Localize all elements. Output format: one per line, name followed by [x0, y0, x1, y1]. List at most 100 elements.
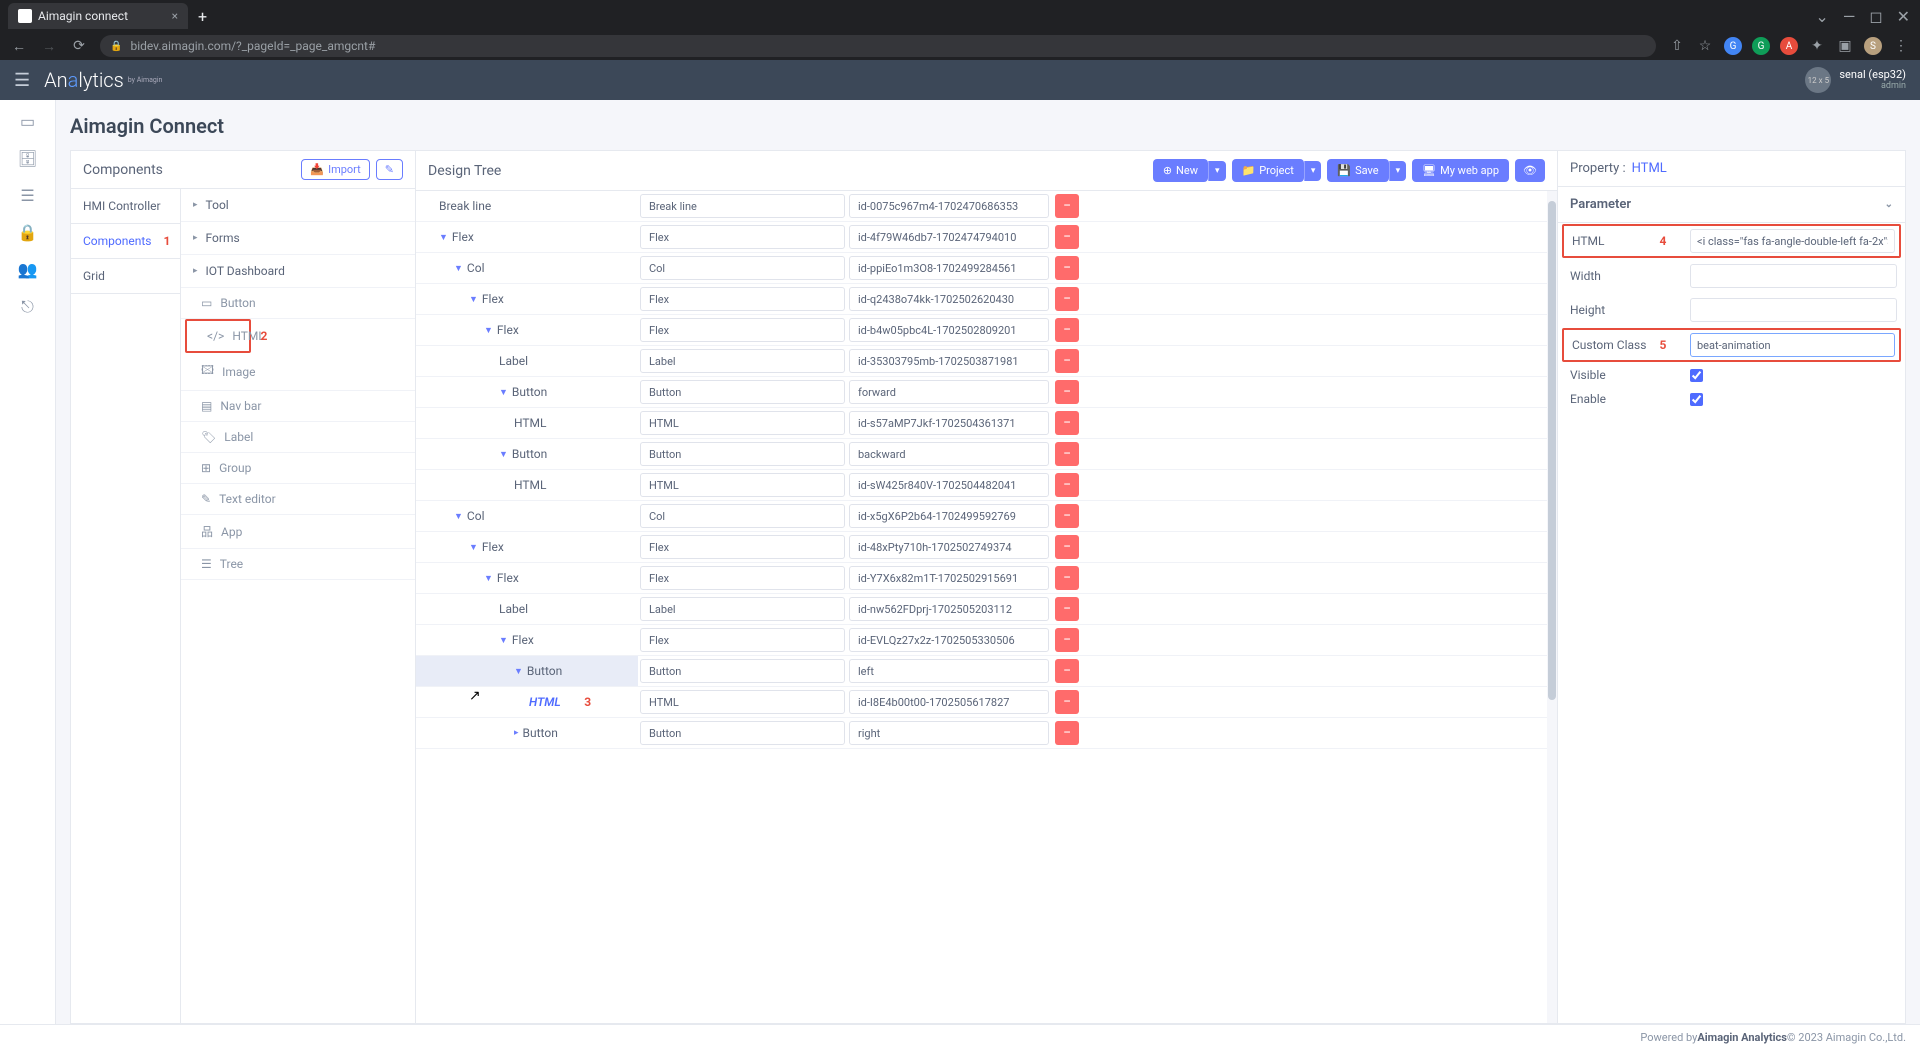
html-input[interactable]	[1690, 229, 1895, 253]
tree-row[interactable]: ▼Flex−	[416, 563, 1557, 594]
tree-id-input[interactable]	[849, 597, 1049, 621]
tree-row[interactable]: ▼Flex−	[416, 625, 1557, 656]
side-panel-icon[interactable]: ▣	[1836, 38, 1854, 54]
close-window-icon[interactable]: ✕	[1897, 7, 1910, 26]
tree-id-input[interactable]	[849, 287, 1049, 311]
tree-row[interactable]: Break line−	[416, 191, 1557, 222]
tree-id-input[interactable]	[849, 535, 1049, 559]
tree-toggle-icon[interactable]: ▼	[499, 635, 508, 646]
item-button[interactable]: ▭Button	[181, 288, 415, 319]
item-label[interactable]: 🏷Label	[181, 422, 415, 453]
tree-id-input[interactable]	[849, 628, 1049, 652]
tree-name-input[interactable]	[640, 473, 845, 497]
tree-toggle-icon[interactable]: ▼	[499, 449, 508, 460]
delete-row-button[interactable]: −	[1055, 225, 1079, 249]
tree-row[interactable]: HTML−	[416, 470, 1557, 501]
tree-row[interactable]: ▼Flex−	[416, 284, 1557, 315]
user-info[interactable]: 12 x 5 senal (esp32) admin	[1805, 67, 1906, 93]
tree-row[interactable]: ▼Col−	[416, 253, 1557, 284]
tree-row[interactable]: HTML3↖−	[416, 687, 1557, 718]
delete-row-button[interactable]: −	[1055, 473, 1079, 497]
webapp-button[interactable]: 🖥 My web app	[1412, 159, 1509, 182]
new-tab-button[interactable]: +	[188, 7, 217, 26]
tree-name-input[interactable]	[640, 411, 845, 435]
item-tree[interactable]: ☰Tree	[181, 549, 415, 580]
item-app[interactable]: 品App	[181, 515, 415, 549]
preview-button[interactable]: 👁	[1515, 159, 1545, 182]
servers-icon[interactable]: ☰	[20, 186, 34, 205]
tree-name-input[interactable]	[640, 659, 845, 683]
extensions-icon[interactable]: ✦	[1808, 38, 1826, 54]
tree-name-input[interactable]	[640, 535, 845, 559]
item-image[interactable]: 🖾Image	[181, 353, 415, 391]
tree-toggle-icon[interactable]: ▼	[469, 294, 478, 305]
height-input[interactable]	[1690, 298, 1897, 322]
tab-components[interactable]: Components1	[71, 224, 180, 259]
users-icon[interactable]: 👥	[18, 260, 38, 279]
tree-row[interactable]: ▸Button−	[416, 718, 1557, 749]
tree-toggle-icon[interactable]: ▼	[454, 511, 463, 522]
tree-id-input[interactable]	[849, 473, 1049, 497]
tree-name-input[interactable]	[640, 287, 845, 311]
ext-grammarly-icon[interactable]: G	[1752, 37, 1770, 55]
custom-class-input[interactable]	[1690, 333, 1895, 357]
tree-name-input[interactable]	[640, 597, 845, 621]
width-input[interactable]	[1690, 264, 1897, 288]
tree-row[interactable]: Label−	[416, 594, 1557, 625]
lock-icon[interactable]: 🔒	[18, 223, 38, 242]
tree-name-input[interactable]	[640, 225, 845, 249]
tree-name-input[interactable]	[640, 690, 845, 714]
tree-toggle-icon[interactable]: ▼	[439, 232, 448, 243]
tree-toggle-icon[interactable]: ▼	[469, 542, 478, 553]
tree-row[interactable]: ▼Flex−	[416, 532, 1557, 563]
save-dropdown[interactable]: ▾	[1389, 161, 1407, 181]
tree-id-input[interactable]	[849, 442, 1049, 466]
delete-row-button[interactable]: −	[1055, 566, 1079, 590]
page-icon[interactable]: ▭	[20, 112, 35, 131]
group-forms[interactable]: ▸Forms	[181, 222, 415, 255]
tree-id-input[interactable]	[849, 380, 1049, 404]
project-dropdown[interactable]: ▾	[1304, 161, 1322, 181]
delete-row-button[interactable]: −	[1055, 597, 1079, 621]
tree-name-input[interactable]	[640, 194, 845, 218]
close-tab-icon[interactable]: ×	[172, 9, 178, 23]
browser-tab[interactable]: Aimagin connect ×	[8, 3, 188, 29]
tree-id-input[interactable]	[849, 225, 1049, 249]
tree-row[interactable]: ▼Button−	[416, 439, 1557, 470]
tree-id-input[interactable]	[849, 690, 1049, 714]
hamburger-icon[interactable]: ☰	[14, 70, 30, 91]
tree-name-input[interactable]	[640, 318, 845, 342]
delete-row-button[interactable]: −	[1055, 194, 1079, 218]
bookmark-icon[interactable]: ☆	[1696, 38, 1714, 54]
tree-toggle-icon[interactable]: ▼	[514, 666, 523, 677]
tree-id-input[interactable]	[849, 194, 1049, 218]
group-iot[interactable]: ▸IOT Dashboard	[181, 255, 415, 288]
tree-row[interactable]: ▼Button−	[416, 377, 1557, 408]
maximize-icon[interactable]: ◻	[1869, 7, 1882, 26]
ext-abp-icon[interactable]: A	[1780, 37, 1798, 55]
delete-row-button[interactable]: −	[1055, 318, 1079, 342]
tree-row[interactable]: ▼Flex−	[416, 222, 1557, 253]
delete-row-button[interactable]: −	[1055, 411, 1079, 435]
item-texteditor[interactable]: ✎Text editor	[181, 484, 415, 515]
chevron-down-icon[interactable]: ⌄	[1815, 7, 1828, 26]
menu-icon[interactable]: ⋮	[1892, 38, 1910, 54]
new-dropdown[interactable]: ▾	[1208, 161, 1226, 181]
tree-id-input[interactable]	[849, 349, 1049, 373]
project-button[interactable]: 📁 Project	[1232, 159, 1304, 182]
url-input[interactable]: 🔒 bidev.aimagin.com/?_pageId=_page_amgcn…	[100, 35, 1656, 57]
minimize-icon[interactable]: —	[1843, 7, 1856, 26]
profile-icon[interactable]: S	[1864, 37, 1882, 55]
tree-toggle-icon[interactable]: ▸	[514, 728, 519, 738]
ext-translate-icon[interactable]: G	[1724, 37, 1742, 55]
tree-name-input[interactable]	[640, 256, 845, 280]
delete-row-button[interactable]: −	[1055, 349, 1079, 373]
delete-row-button[interactable]: −	[1055, 380, 1079, 404]
delete-row-button[interactable]: −	[1055, 628, 1079, 652]
scrollbar[interactable]	[1547, 191, 1557, 1023]
tree-row[interactable]: ▼Button−	[416, 656, 1557, 687]
delete-row-button[interactable]: −	[1055, 504, 1079, 528]
tree-toggle-icon[interactable]: ▼	[484, 573, 493, 584]
tree-name-input[interactable]	[640, 628, 845, 652]
tree-body[interactable]: Break line−▼Flex−▼Col−▼Flex−▼Flex−Label−…	[416, 191, 1557, 1023]
